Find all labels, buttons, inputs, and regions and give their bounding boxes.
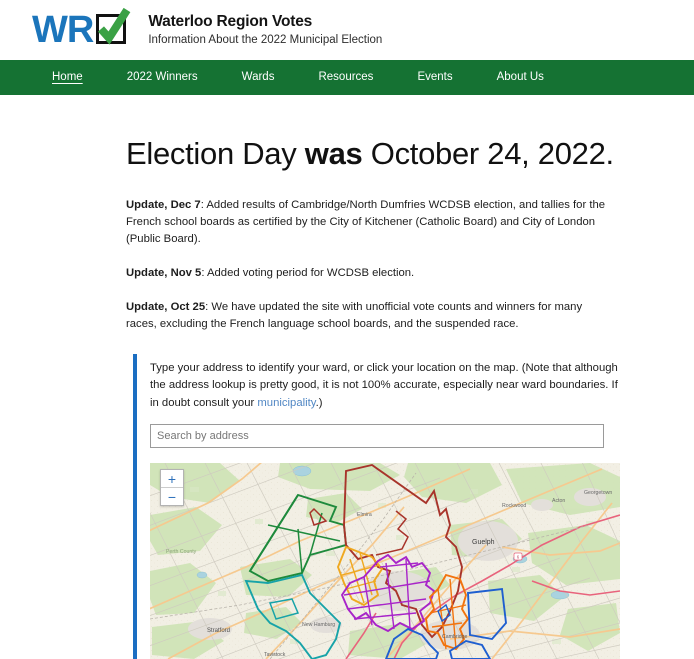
search-input[interactable] [150,424,604,449]
map-label-tavistock: Tavistock [264,652,286,658]
update-label: Update, Dec 7 [126,198,201,211]
map-zoom-controls[interactable]: + − [160,469,184,507]
callout-text-after: .) [315,396,323,409]
zoom-out-button[interactable]: − [161,488,183,506]
map-label-guelph: Guelph [472,539,495,546]
update-entry: Update, Oct 25: We have updated the site… [126,299,610,333]
logo-wr-text: WR [32,9,94,51]
map-canvas[interactable]: Perth County Stratford Tavistock New Ham… [150,463,620,659]
map-label-cambridge: Cambridge [442,634,467,640]
page-title-emphasis: was [304,136,363,171]
map-label-perth-county: Perth County [166,549,197,555]
main-navigation: Home 2022 Winners Wards Resources Events Abou… [0,60,694,95]
map-label-rockwood: Rockwood [502,503,526,509]
update-label: Update, Oct 25 [126,301,206,314]
page-title: Election Day was October 24, 2022. [126,136,694,172]
address-lookup-callout: Type your address to identify your ward,… [133,353,620,659]
map-label-new-hamburg: New Hamburg [302,622,335,628]
page-title-pre: Election Day [126,136,305,171]
update-entry: Update, Dec 7: Added results of Cambridg… [126,197,610,248]
checkbox-check-icon [94,7,132,48]
map-label-stratford: Stratford [207,628,230,634]
zoom-in-button[interactable]: + [161,470,183,489]
update-entry: Update, Nov 5: Added voting period for W… [126,265,610,282]
site-subtitle: Information About the 2022 Municipal Ele… [148,33,383,46]
map-label-georgetown: Georgetown [584,490,612,496]
map-label-elmira: Elmira [357,512,372,518]
callout-text: Type your address to identify your ward,… [150,360,618,413]
nav-item-home[interactable]: Home [30,60,105,95]
nav-item-wards[interactable]: Wards [220,60,297,95]
update-label: Update, Nov 5 [126,267,202,280]
page-title-post: October 24, 2022. [362,136,614,171]
site-header: WR Waterloo Region Votes Information Abo… [0,0,694,60]
brand-block: Waterloo Region Votes Information About … [148,12,382,49]
municipality-link[interactable]: municipality [257,397,315,409]
nav-item-resources[interactable]: Resources [296,60,395,95]
nav-item-about-us[interactable]: About Us [475,60,566,95]
site-logo[interactable]: WR [32,7,132,51]
update-text: : Added voting period for WCDSB election… [201,267,415,280]
ward-map[interactable]: Perth County Stratford Tavistock New Ham… [150,463,620,659]
map-label-acton: Acton [552,498,565,504]
main-content: Election Day was October 24, 2022. Updat… [0,136,694,659]
callout-text-before: Type your address to identify your ward,… [150,361,618,409]
nav-item-events[interactable]: Events [395,60,474,95]
nav-item-2022-winners[interactable]: 2022 Winners [105,60,220,95]
site-title: Waterloo Region Votes [148,12,313,30]
highway-shield: 6 [513,552,523,561]
